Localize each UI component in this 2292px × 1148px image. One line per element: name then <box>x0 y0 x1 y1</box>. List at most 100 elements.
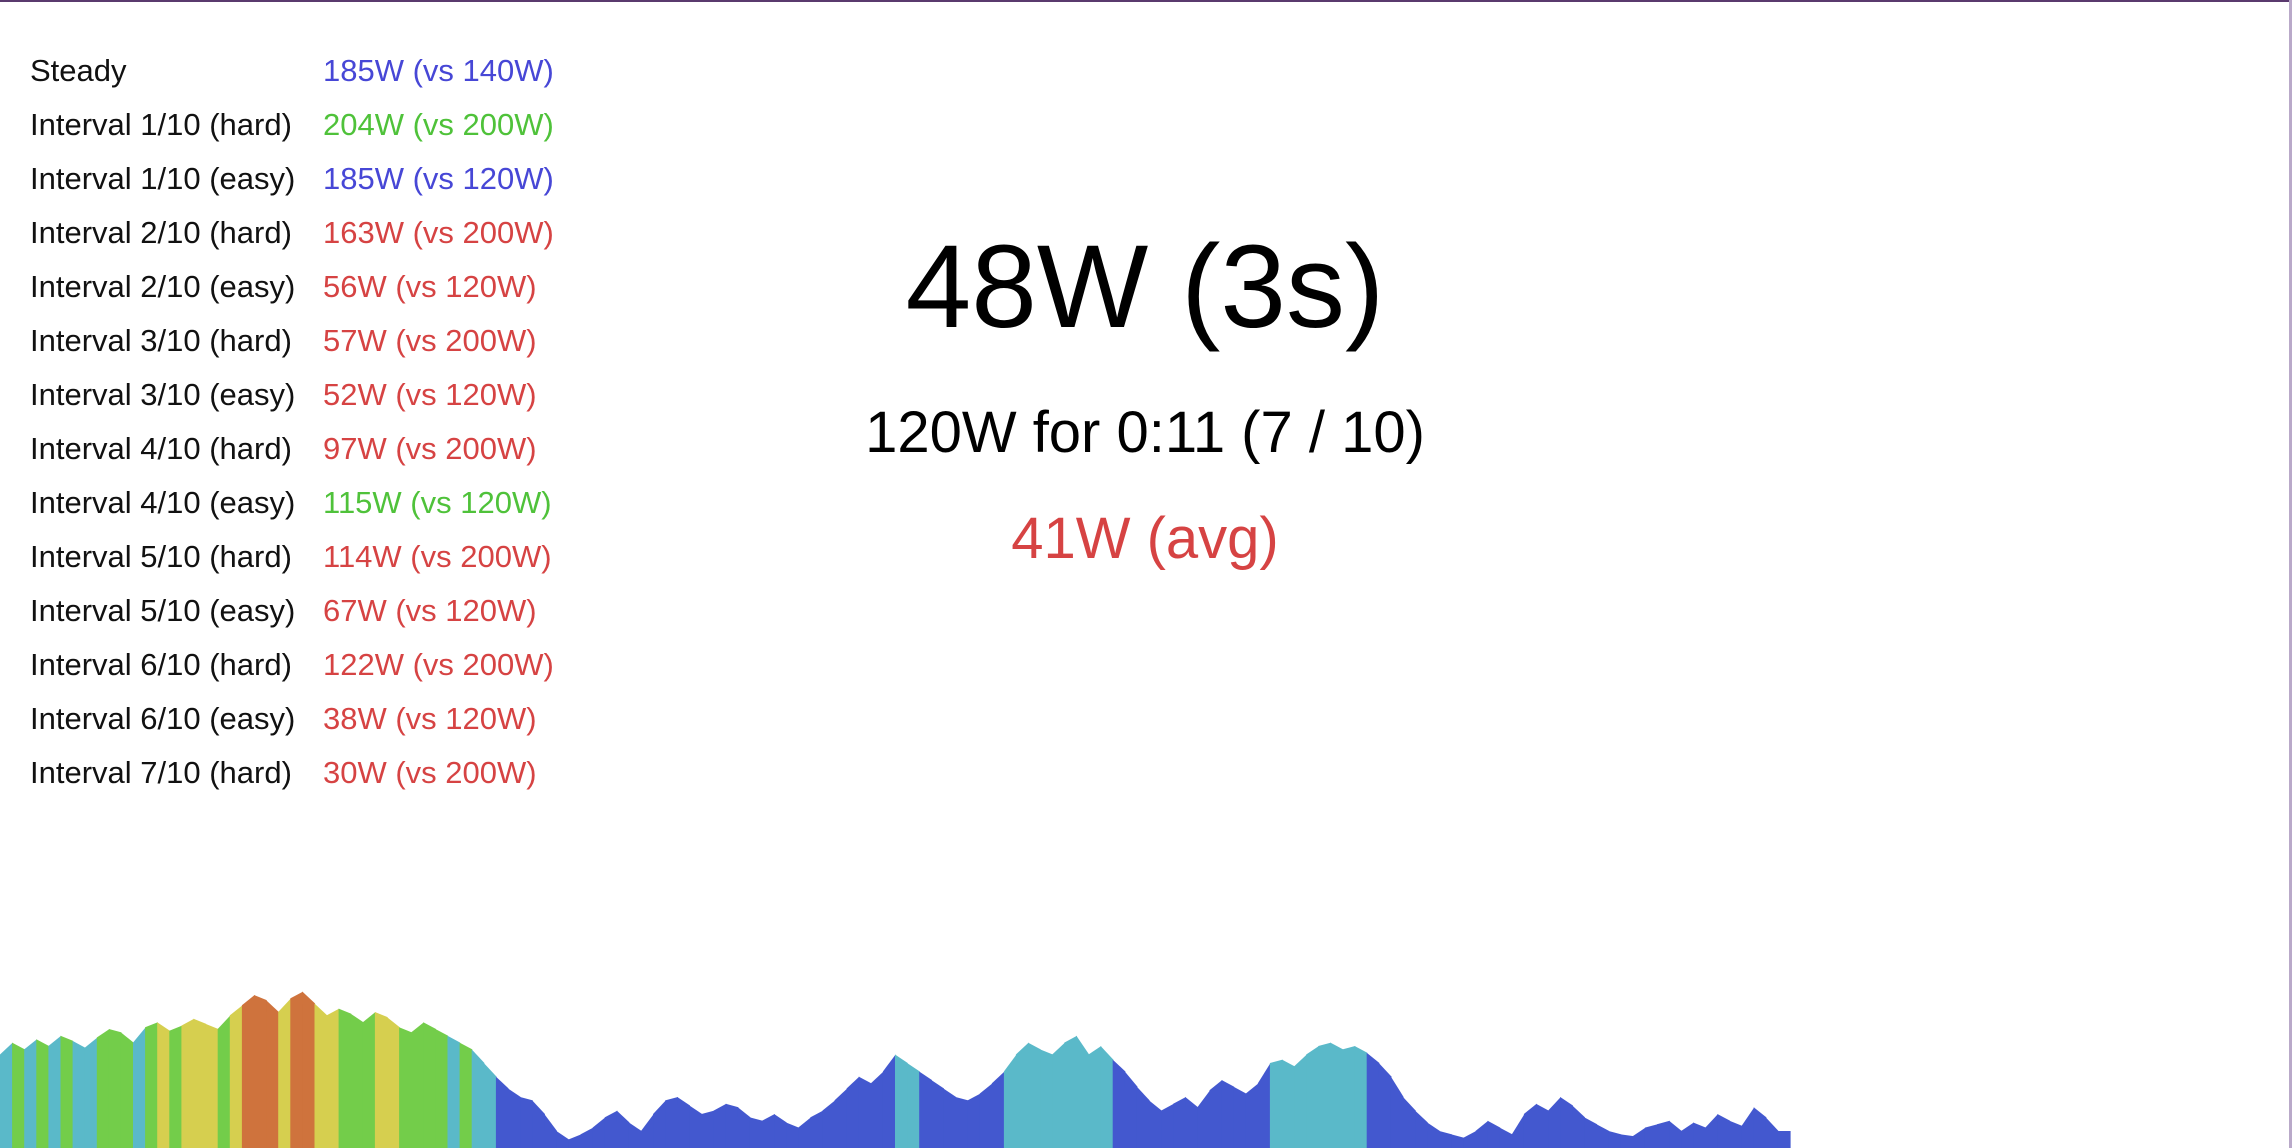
power-area-segment <box>955 1097 969 1148</box>
power-area-segment <box>120 1032 134 1148</box>
power-area-segment <box>1161 1103 1174 1148</box>
power-area-segment <box>1003 1054 1017 1148</box>
power-area-segment <box>1136 1086 1150 1148</box>
power-area-segment <box>1318 1042 1331 1148</box>
power-area-segment <box>616 1110 630 1148</box>
interval-label: Interval 1/10 (hard) <box>30 107 292 142</box>
power-area-segment <box>1451 1134 1464 1148</box>
power-area-segment <box>858 1076 872 1148</box>
interval-value: 185W (vs 140W) <box>323 53 554 88</box>
power-area-segment <box>338 1008 352 1148</box>
power-area-segment <box>1536 1103 1549 1148</box>
power-area-segment <box>1015 1042 1029 1148</box>
power-area-segment <box>96 1029 110 1148</box>
interval-value: 38W (vs 120W) <box>323 701 537 736</box>
power-area-segment <box>1390 1076 1404 1148</box>
power-area-segment <box>72 1040 86 1148</box>
power-area-segment <box>205 1023 219 1148</box>
power-area-segment <box>628 1122 642 1148</box>
power-area-segment <box>1173 1097 1186 1148</box>
power-area-segment <box>1282 1059 1295 1148</box>
interval-label: Interval 6/10 (easy) <box>30 701 296 736</box>
power-area-segment <box>12 1042 25 1148</box>
power-area-segment <box>471 1049 485 1148</box>
power-area-segment <box>157 1022 170 1148</box>
power-area-segment <box>1439 1131 1452 1148</box>
power-area-segment <box>1657 1120 1670 1148</box>
power-area-segment <box>1209 1080 1223 1148</box>
power-area-segment <box>749 1117 763 1148</box>
interval-label: Interval 3/10 (easy) <box>30 377 296 412</box>
power-area-segment <box>1717 1114 1731 1148</box>
power-area-segment <box>1681 1122 1694 1148</box>
interval-value: 122W (vs 200W) <box>323 647 554 682</box>
interval-row: Interval 2/10 (easy) 56W (vs 120W) <box>30 260 590 314</box>
power-area-segment <box>1149 1100 1162 1148</box>
power-area-segment <box>1245 1083 1259 1148</box>
power-area-segment <box>1632 1127 1646 1148</box>
power-area-segment <box>36 1039 49 1148</box>
power-area-segment <box>991 1071 1005 1148</box>
interval-row: Interval 5/10 (easy) 67W (vs 120W) <box>30 584 590 638</box>
power-area-segment <box>1112 1059 1126 1148</box>
interval-label: Interval 2/10 (hard) <box>30 215 292 250</box>
power-area-segment <box>326 1008 340 1148</box>
power-area-segment <box>907 1063 920 1148</box>
power-area-segment <box>1185 1097 1198 1148</box>
power-area-segment <box>399 1027 412 1148</box>
power-area-segment <box>362 1012 376 1148</box>
power-area-segment <box>798 1117 811 1148</box>
interval-label: Interval 5/10 (easy) <box>30 593 296 628</box>
power-area-segment <box>60 1035 74 1148</box>
power-area-segment <box>1294 1054 1307 1148</box>
power-area-segment <box>1064 1035 1077 1148</box>
interval-label: Interval 6/10 (hard) <box>30 647 292 682</box>
interval-label: Interval 2/10 (easy) <box>30 269 296 304</box>
power-area-segment <box>919 1071 932 1148</box>
power-area-segment <box>1403 1097 1416 1148</box>
power-area-segment <box>653 1100 666 1148</box>
interval-list: Steady 185W (vs 140W) Interval 1/10 (hard)… <box>30 44 590 800</box>
power-area-segment <box>1765 1117 1779 1148</box>
interval-row: Interval 3/10 (easy) 52W (vs 120W) <box>30 368 590 422</box>
power-area-segment <box>1669 1120 1682 1148</box>
power-area-segment <box>423 1022 436 1148</box>
interval-row: Interval 7/10 (hard) 30W (vs 200W) <box>30 746 590 800</box>
power-area-segment <box>665 1097 678 1148</box>
power-area-segment <box>387 1017 400 1148</box>
power-area-segment <box>1487 1120 1501 1148</box>
interval-label: Interval 5/10 (hard) <box>30 539 292 574</box>
power-area-segment <box>374 1012 388 1148</box>
power-area-segment <box>411 1022 424 1148</box>
interval-value: 163W (vs 200W) <box>323 215 554 250</box>
power-area-segment <box>1741 1107 1755 1148</box>
interval-value: 204W (vs 200W) <box>323 107 554 142</box>
power-area-segment <box>1511 1114 1525 1148</box>
interval-row: Steady 185W (vs 140W) <box>30 44 590 98</box>
power-area-segment <box>689 1105 703 1148</box>
power-area-segment <box>1644 1124 1658 1148</box>
interval-value: 185W (vs 120W) <box>323 161 554 196</box>
power-area-segment <box>48 1035 62 1148</box>
power-area-segment <box>217 1015 231 1148</box>
power-area-segment <box>169 1025 182 1148</box>
power-area-segment <box>967 1093 981 1148</box>
interval-row: Interval 6/10 (hard) 122W (vs 200W) <box>30 638 590 692</box>
power-area-segment <box>544 1114 557 1148</box>
interval-label: Interval 1/10 (easy) <box>30 161 296 196</box>
power-area-segment <box>1596 1124 1610 1148</box>
power-area-segment <box>1100 1046 1114 1148</box>
power-area-segment <box>266 1000 279 1148</box>
power-area-segment <box>870 1071 884 1148</box>
power-area-segment <box>1427 1122 1440 1148</box>
power-area-segment <box>762 1114 775 1148</box>
power-area-segment <box>1693 1122 1706 1148</box>
center-stats: 48W (3s) 120W for 0:11 (7 / 10) 41W (avg… <box>790 200 1500 568</box>
power-area-segment <box>810 1110 823 1148</box>
power-area-segment <box>483 1063 497 1148</box>
power-area-segment <box>1040 1049 1053 1148</box>
power-area-segment <box>1257 1063 1271 1148</box>
power-area-segment <box>895 1054 908 1148</box>
power-area-segment <box>1705 1114 1718 1148</box>
power-area-segment <box>1415 1110 1428 1148</box>
